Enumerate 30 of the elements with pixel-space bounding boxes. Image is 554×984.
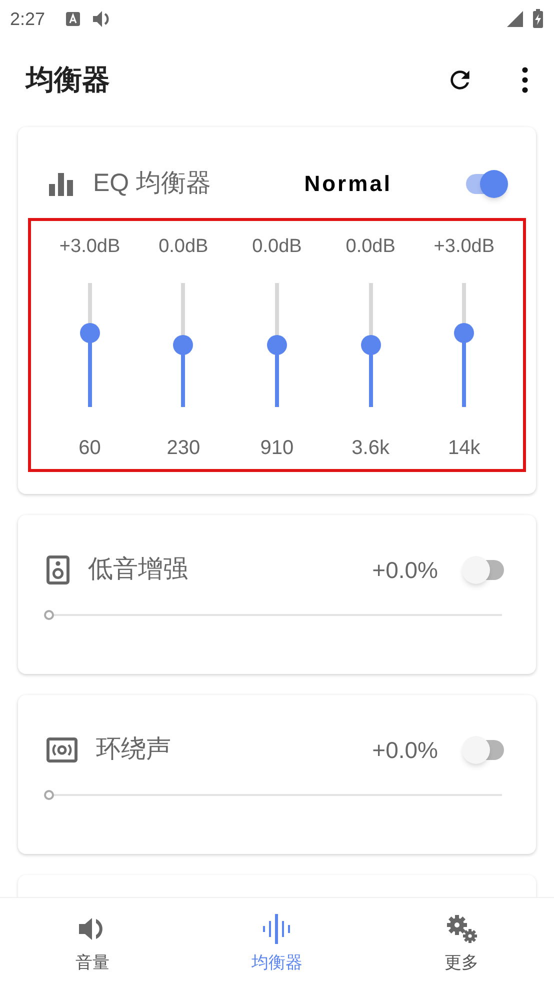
gain-value: 0.0dB [346, 234, 396, 258]
nav-tab[interactable]: 音量 [0, 898, 185, 984]
gears-icon [446, 914, 478, 944]
effect-value: +0.0% [372, 736, 438, 765]
gain-value: 0.0dB [158, 234, 208, 258]
strength-slider[interactable] [44, 608, 502, 622]
bar-chart-icon [48, 172, 74, 196]
battery-icon [532, 9, 544, 29]
equalizer-icon [262, 914, 292, 944]
effect-title: 低音增强 [88, 554, 188, 586]
page-title: 均衡器 [26, 63, 110, 97]
frequency-label: 230 [166, 436, 200, 461]
frequency-label: 3.6k [352, 436, 390, 461]
effect-value: +0.0% [372, 556, 438, 585]
signal-icon [506, 10, 524, 28]
status-time: 2:27 [10, 8, 46, 30]
speaker-icon [46, 555, 70, 585]
gain-value: +3.0dB [59, 234, 120, 258]
frequency-label: 910 [260, 436, 294, 461]
frequency-label: 14k [448, 436, 480, 461]
preset-name[interactable]: Normal [304, 167, 392, 200]
gain-value: +3.0dB [434, 234, 495, 258]
frequency-label: 60 [78, 436, 101, 461]
surround-icon [46, 737, 78, 763]
strength-slider[interactable] [44, 788, 502, 802]
keyboard-icon [65, 11, 82, 27]
gain-value: 0.0dB [252, 234, 302, 258]
card-title: EQ 均衡器 [93, 168, 212, 199]
nav-tab[interactable]: 更多 [369, 898, 554, 984]
effect-title: 环绕声 [96, 734, 171, 766]
